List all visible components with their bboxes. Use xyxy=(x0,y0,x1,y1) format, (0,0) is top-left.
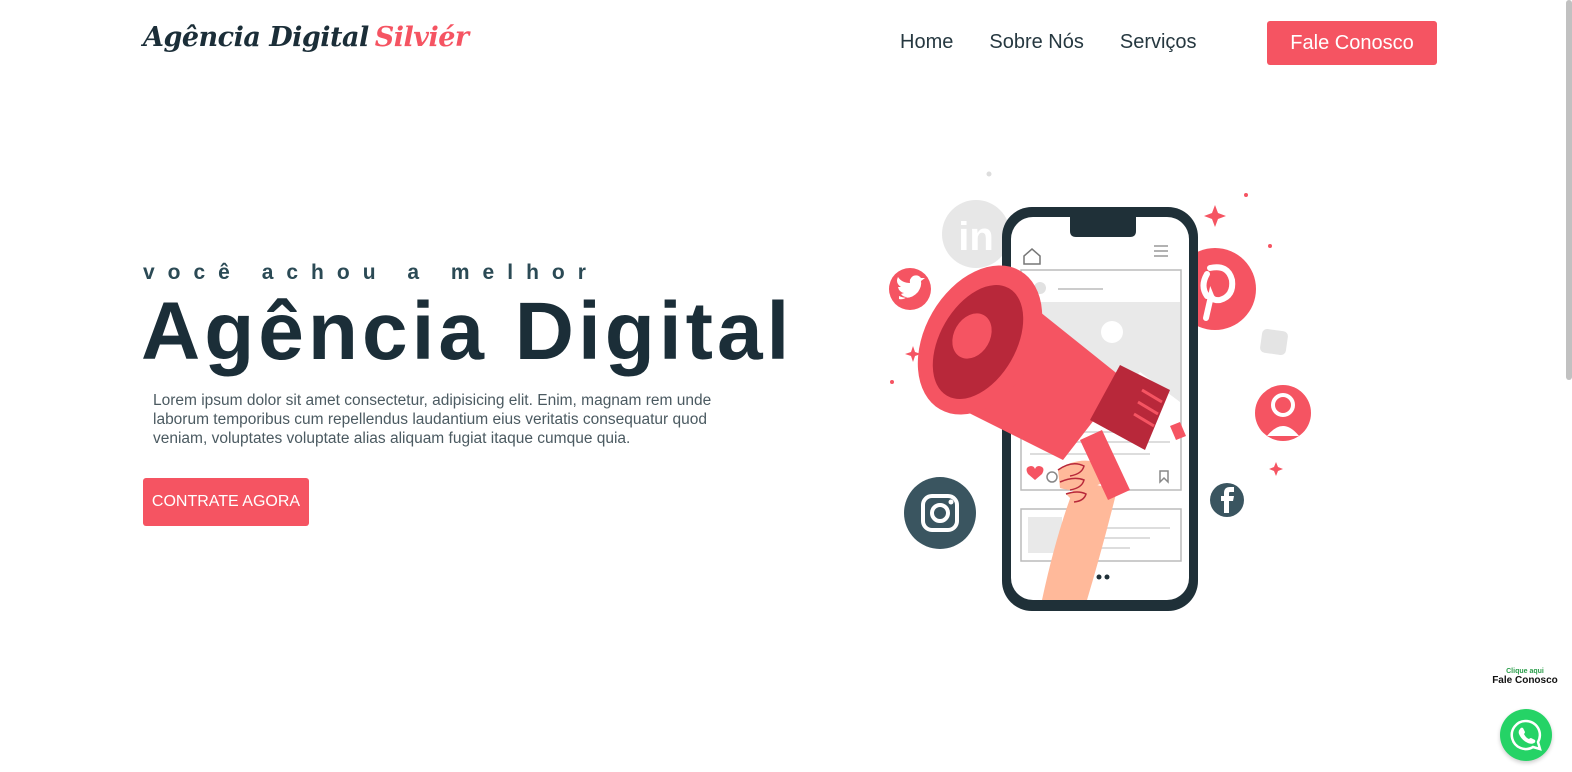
whatsapp-hint: Clique aqui Fale Conosco xyxy=(1490,668,1560,686)
instagram-icon xyxy=(904,477,976,549)
facebook-icon xyxy=(1210,483,1244,517)
brand-logo[interactable]: Agência Digital Silviér xyxy=(143,22,469,53)
hero-description: Lorem ipsum dolor sit amet consectetur, … xyxy=(153,392,712,447)
nav-item-home[interactable]: Home xyxy=(900,31,953,54)
page-scrollbar[interactable] xyxy=(1566,0,1572,380)
whatsapp-hint-big: Fale Conosco xyxy=(1492,675,1558,686)
linkedin-icon: in xyxy=(942,200,1010,268)
profile-icon xyxy=(1255,385,1311,441)
twitter-icon xyxy=(889,268,931,310)
whatsapp-icon xyxy=(1510,719,1542,751)
svg-text:in: in xyxy=(958,215,994,259)
whatsapp-hint-small: Clique aqui xyxy=(1506,668,1544,675)
nav-item-sobre-nos[interactable]: Sobre Nós xyxy=(989,31,1084,54)
nav-item-servicos[interactable]: Serviços xyxy=(1120,31,1197,54)
contrate-agora-button[interactable]: CONTRATE AGORA xyxy=(143,478,309,526)
whatsapp-button[interactable] xyxy=(1500,709,1552,761)
brand-name: Agência Digital xyxy=(143,22,369,53)
hero-illustration: in xyxy=(889,171,1311,611)
hero-kicker: você achou a melhor xyxy=(143,261,599,284)
main-nav: Home Sobre Nós Serviços xyxy=(900,31,1197,54)
fale-conosco-button[interactable]: Fale Conosco xyxy=(1267,21,1437,65)
brand-accent-name: Silviér xyxy=(374,22,469,53)
hero-title: Agência Digital xyxy=(141,286,794,377)
